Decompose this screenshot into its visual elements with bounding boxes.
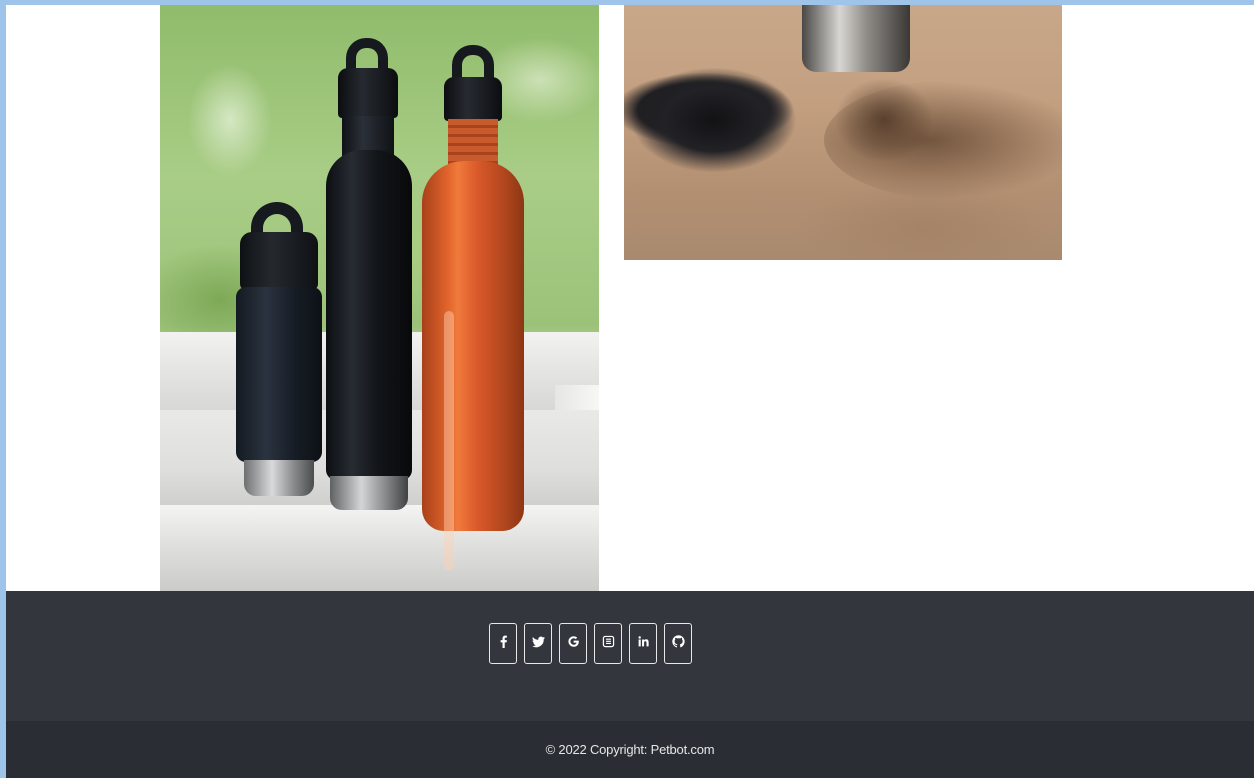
bottle-steel-base xyxy=(244,460,314,496)
linkedin-icon xyxy=(637,635,650,652)
bottle-cap xyxy=(338,68,398,118)
instagram-icon xyxy=(602,635,615,652)
page: © 2022 Copyright: Petbot.com xyxy=(6,5,1254,778)
metal-canister xyxy=(802,5,910,72)
facebook-button[interactable] xyxy=(489,623,517,664)
sand-shadow xyxy=(624,20,824,190)
bottle-highlight xyxy=(444,311,454,571)
github-button[interactable] xyxy=(664,623,692,664)
gallery-image-water-bottles[interactable] xyxy=(160,5,599,591)
bottle-cap xyxy=(240,232,318,290)
footer-copyright-bar: © 2022 Copyright: Petbot.com xyxy=(6,721,1254,778)
google-button[interactable] xyxy=(559,623,587,664)
bottle-body xyxy=(326,150,412,480)
linkedin-button[interactable] xyxy=(629,623,657,664)
facebook-icon xyxy=(497,635,510,652)
instagram-button[interactable] xyxy=(594,623,622,664)
copyright-text: © 2022 Copyright: Petbot.com xyxy=(545,742,715,757)
bottle-body xyxy=(422,161,524,571)
image-gallery xyxy=(6,5,1254,591)
bottle-body xyxy=(236,287,322,462)
google-icon xyxy=(567,635,580,652)
bottle-steel-base xyxy=(330,476,408,510)
footer-social-section xyxy=(6,591,1254,721)
twitter-icon xyxy=(531,635,545,652)
bottle-cap xyxy=(444,77,502,121)
gallery-image-sand[interactable] xyxy=(624,5,1062,260)
bottle-neck xyxy=(448,119,498,165)
bottle-orange xyxy=(422,45,524,571)
github-icon xyxy=(671,635,685,652)
sand-dune xyxy=(824,80,1062,200)
social-links xyxy=(489,623,692,666)
twitter-button[interactable] xyxy=(524,623,552,664)
bottle-tall-black xyxy=(324,38,414,518)
bottle-small-dark xyxy=(236,202,326,502)
